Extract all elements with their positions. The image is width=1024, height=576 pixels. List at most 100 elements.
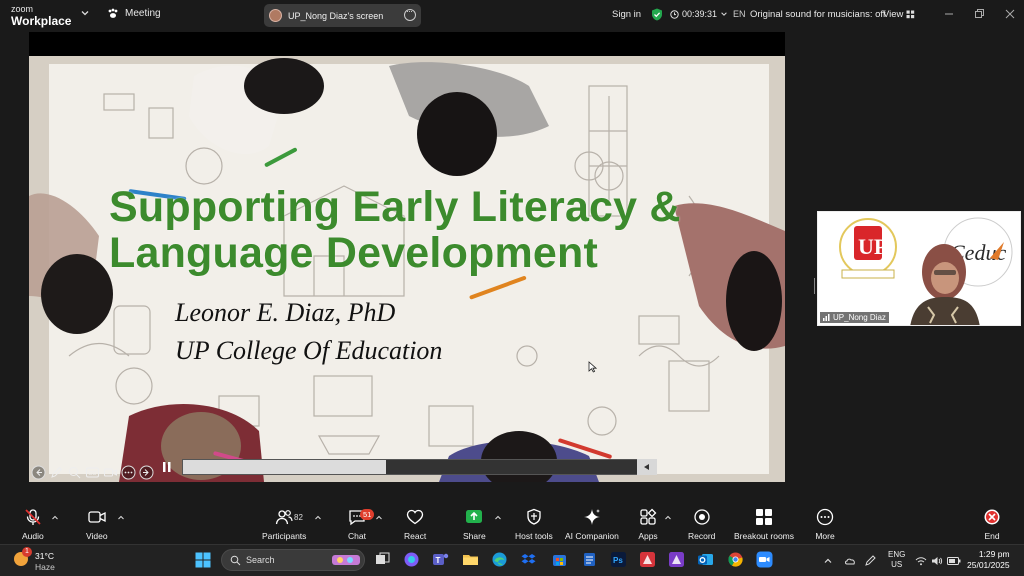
- breakout-rooms-icon: [756, 509, 772, 525]
- video-progress-bar[interactable]: [182, 459, 657, 475]
- close-icon[interactable]: [1003, 7, 1017, 21]
- task-view-icon[interactable]: [374, 551, 391, 568]
- slide-subtitle: Leonor E. Diaz, PhD UP College Of Educat…: [175, 294, 442, 370]
- chevron-up-icon[interactable]: [823, 556, 833, 566]
- file-explorer-icon[interactable]: [462, 551, 479, 568]
- lang-line1: ENG: [888, 550, 906, 559]
- copilot-icon[interactable]: [403, 551, 420, 568]
- mic-muted-icon: [25, 509, 41, 525]
- zoom-icon[interactable]: [67, 465, 82, 480]
- share-button[interactable]: Share: [463, 507, 486, 541]
- apps-options-chevron-icon[interactable]: [664, 514, 672, 522]
- affinity-icon[interactable]: [639, 551, 656, 568]
- slide-title-line1: Supporting Early Literacy &: [109, 183, 681, 231]
- participant-name-tag: UP_Nong Diaz: [820, 312, 889, 323]
- shield-icon: [527, 508, 541, 525]
- svg-text:CC: CC: [88, 471, 96, 477]
- apps-button[interactable]: Apps: [638, 507, 658, 541]
- volume-icon[interactable]: [931, 555, 943, 567]
- apps-icon: [640, 508, 657, 525]
- notepad-icon[interactable]: [581, 551, 598, 568]
- weather-alert-badge: 1: [22, 547, 32, 557]
- audio-options-chevron-icon[interactable]: [51, 514, 59, 522]
- taskbar-clock[interactable]: 1:29 pm 25/01/2025: [967, 549, 1010, 571]
- slide-author: Leonor E. Diaz, PhD: [175, 298, 396, 327]
- next-slide-icon[interactable]: [139, 465, 154, 480]
- pause-icon[interactable]: [160, 459, 174, 475]
- title-bar: zoom Workplace Meeting UP_Nong Diaz's sc…: [0, 0, 1024, 30]
- participants-icon: [276, 510, 293, 525]
- edge-browser-icon[interactable]: [491, 551, 508, 568]
- video-button[interactable]: Video: [86, 507, 108, 541]
- onedrive-icon[interactable]: [844, 556, 856, 566]
- language-indicator[interactable]: ENG US: [888, 550, 905, 570]
- record-button[interactable]: Record: [688, 507, 715, 541]
- battery-icon[interactable]: [947, 556, 961, 566]
- minimize-icon[interactable]: [942, 7, 956, 21]
- windows-start-icon[interactable]: [195, 552, 211, 568]
- meeting-info-button[interactable]: Meeting: [107, 8, 161, 19]
- zoom-logo: zoom Workplace: [11, 5, 71, 28]
- pen-icon[interactable]: [49, 465, 64, 480]
- wifi-icon[interactable]: [915, 555, 927, 567]
- store-icon[interactable]: [551, 551, 568, 568]
- meeting-timer[interactable]: 00:39:31: [670, 9, 728, 19]
- more-button[interactable]: More: [815, 507, 835, 541]
- participants-options-chevron-icon[interactable]: [314, 514, 322, 522]
- volume-icon[interactable]: [637, 459, 657, 475]
- presentation-toolbar: CC: [31, 465, 154, 480]
- ai-companion-label: AI Companion: [565, 531, 619, 541]
- outlook-icon[interactable]: [697, 551, 714, 568]
- sign-in-link[interactable]: Sign in: [612, 9, 641, 20]
- participant-video-thumbnail[interactable]: UP Ceduc UP_Nong Diaz: [817, 211, 1021, 326]
- shield-check-icon[interactable]: [651, 8, 663, 21]
- audio-button[interactable]: Audio: [22, 507, 44, 541]
- meeting-controls-toolbar: Audio Video Participants Chat React Shar…: [0, 504, 1024, 544]
- screen-share-indicator[interactable]: UP_Nong Diaz's screen: [264, 4, 421, 27]
- heart-icon: [406, 509, 424, 525]
- chevron-down-icon[interactable]: [80, 8, 90, 18]
- svg-text:T: T: [436, 556, 441, 565]
- temperature: 31°C: [35, 551, 54, 561]
- photoshop-icon[interactable]: Ps: [610, 551, 627, 568]
- sparkle-icon: [583, 509, 600, 525]
- clock-time: 1:29 pm: [978, 549, 1010, 559]
- video-options-chevron-icon[interactable]: [117, 514, 125, 522]
- view-label: View: [883, 9, 904, 20]
- react-button[interactable]: React: [404, 507, 426, 541]
- original-sound-status[interactable]: Original sound for musicians: off: [750, 9, 886, 20]
- panel-resize-handle[interactable]: [813, 278, 816, 294]
- participant-name: UP_Nong Diaz: [833, 313, 886, 322]
- language-badge[interactable]: EN: [733, 9, 746, 19]
- breakout-rooms-button[interactable]: Breakout rooms: [734, 507, 794, 541]
- previous-slide-icon[interactable]: [31, 465, 46, 480]
- shared-screen[interactable]: Supporting Early Literacy & Language Dev…: [29, 32, 785, 482]
- chrome-icon[interactable]: [727, 551, 744, 568]
- more-label: More: [815, 531, 835, 541]
- end-meeting-button[interactable]: End: [982, 507, 1002, 541]
- host-tools-button[interactable]: Host tools: [515, 507, 553, 541]
- ai-companion-button[interactable]: AI Companion: [565, 507, 619, 541]
- signal-bars-icon: [823, 314, 830, 321]
- dropbox-icon[interactable]: [520, 551, 537, 568]
- zoom-app-icon[interactable]: [756, 551, 773, 568]
- more-options-icon[interactable]: [121, 465, 136, 480]
- participants-label: Participants: [262, 531, 307, 541]
- chat-label: Chat: [348, 531, 366, 541]
- chat-options-chevron-icon[interactable]: [375, 514, 383, 522]
- view-menu-button[interactable]: View: [883, 9, 915, 20]
- more-options-icon[interactable]: [404, 6, 416, 21]
- weather-widget[interactable]: 1 31°C Haze: [14, 547, 74, 573]
- affinity-designer-icon[interactable]: [668, 551, 685, 568]
- captions-icon[interactable]: CC: [85, 465, 100, 480]
- taskbar-search-box[interactable]: Search: [221, 549, 365, 571]
- paw-icon: [108, 8, 118, 18]
- record-icon: [694, 509, 710, 525]
- share-options-chevron-icon[interactable]: [494, 514, 502, 522]
- pen-input-icon[interactable]: [864, 555, 878, 567]
- restore-icon[interactable]: [972, 7, 986, 21]
- chevron-down-icon: [721, 12, 727, 16]
- teams-icon[interactable]: T: [432, 551, 449, 568]
- svg-text:Ps: Ps: [613, 556, 623, 565]
- video-icon[interactable]: [103, 465, 118, 480]
